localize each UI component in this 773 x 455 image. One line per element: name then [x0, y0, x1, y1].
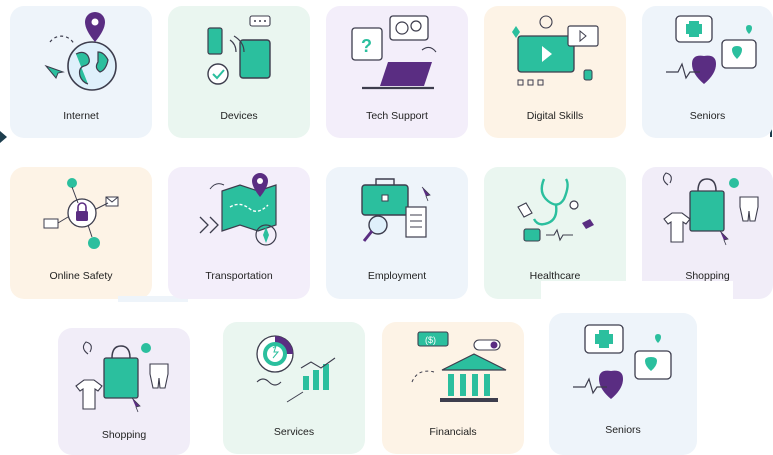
tile-tech-support[interactable]: ? Tech Support: [326, 6, 468, 138]
tile-label: Digital Skills: [526, 110, 584, 122]
tile-label: Tech Support: [366, 110, 428, 122]
tile-online-safety[interactable]: Online Safety: [10, 167, 152, 299]
tile-healthcare[interactable]: Healthcare: [484, 167, 626, 299]
svg-text:($): ($): [425, 335, 436, 345]
tile-seniors[interactable]: Seniors: [642, 6, 773, 138]
tile-shopping[interactable]: Shopping: [642, 167, 773, 299]
tile-label: Services: [273, 426, 315, 438]
tile-services[interactable]: Services: [223, 322, 365, 454]
tile-financials[interactable]: ($) Financials: [382, 322, 524, 454]
tile-employment[interactable]: Employment: [326, 167, 468, 299]
tile-seniors[interactable]: Seniors: [549, 313, 697, 455]
tile-transportation[interactable]: Transportation: [168, 167, 310, 299]
tile-label: Seniors: [605, 424, 641, 436]
tile-label: Transportation: [205, 270, 273, 282]
tile-shopping[interactable]: Shopping: [58, 328, 190, 455]
tile-label: Shopping: [101, 429, 147, 441]
tile-label: Seniors: [689, 110, 726, 122]
tile-internet[interactable]: Internet: [10, 6, 152, 138]
carousel-prev-arrow[interactable]: [0, 131, 7, 143]
tile-devices[interactable]: Devices: [168, 6, 310, 138]
tile-label: Internet: [63, 110, 99, 122]
overlay-whitespace: [541, 281, 733, 303]
tile-label: Financials: [429, 426, 477, 438]
svg-text:?: ?: [361, 36, 372, 56]
tile-label: Employment: [367, 270, 427, 282]
tile-digital-skills[interactable]: Digital Skills: [484, 6, 626, 138]
tile-label: Devices: [220, 110, 258, 122]
tile-label: Online Safety: [49, 270, 113, 282]
